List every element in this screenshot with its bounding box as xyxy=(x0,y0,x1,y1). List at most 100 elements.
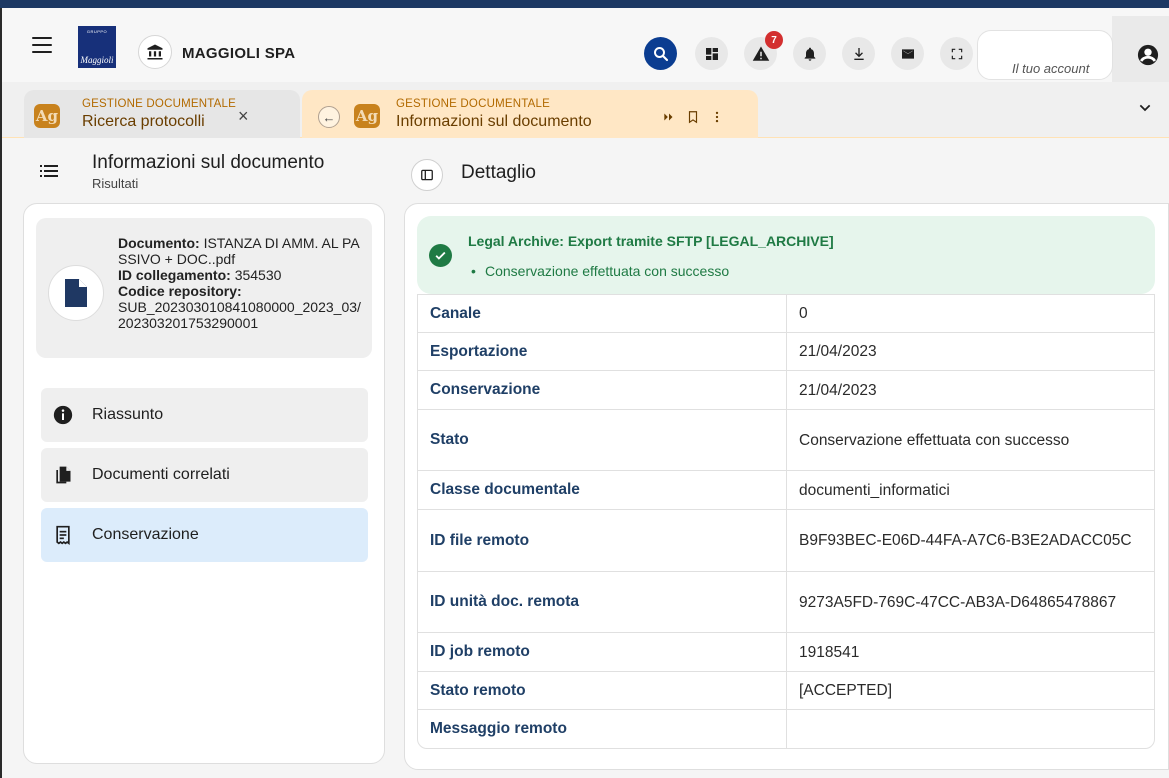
doc-label: Documento: xyxy=(118,235,200,251)
row-key: Conservazione xyxy=(418,371,787,409)
document-icon xyxy=(65,279,87,307)
row-key: ID file remoto xyxy=(418,510,787,571)
more-vert-icon[interactable] xyxy=(710,110,724,124)
nav-label: Documenti correlati xyxy=(92,466,230,483)
dashboard-button[interactable] xyxy=(695,37,728,70)
list-icon[interactable] xyxy=(40,164,58,178)
menu-icon[interactable] xyxy=(32,37,52,53)
tab-informazioni-documento[interactable]: ← Ag GESTIONE DOCUMENTALE Informazioni s… xyxy=(302,90,758,138)
chevron-down-icon[interactable] xyxy=(1137,100,1153,116)
right-section-header: Dettaglio xyxy=(405,139,1165,201)
row-key: Esportazione xyxy=(418,333,787,370)
table-row: ID file remoto B9F93BEC-E06D-44FA-A7C6-B… xyxy=(418,510,1154,572)
search-icon xyxy=(653,46,668,61)
row-value: B9F93BEC-E06D-44FA-A7C6-B3E2ADACC05C xyxy=(799,532,1132,549)
tab-module-label: GESTIONE DOCUMENTALE xyxy=(82,98,236,110)
window-top-strip xyxy=(0,0,1169,8)
notifications-badge: 7 xyxy=(765,31,783,49)
nav-item-documenti-correlati[interactable]: Documenti correlati xyxy=(41,448,368,502)
repo-label: Codice repository: xyxy=(118,283,242,299)
row-value: 21/04/2023 xyxy=(799,381,877,399)
module-icon: Ag xyxy=(34,104,60,128)
detail-panel: Legal Archive: Export tramite SFTP [LEGA… xyxy=(404,203,1169,770)
info-icon xyxy=(53,405,73,425)
account-placeholder: Il tuo account xyxy=(1012,61,1090,76)
document-card: Documento: ISTANZA DI AMM. AL PASSIVO + … xyxy=(36,218,372,358)
table-row: Classe documentale documenti_informatici xyxy=(418,471,1154,510)
nav-item-conservazione[interactable]: Conservazione xyxy=(41,508,368,562)
row-key: Messaggio remoto xyxy=(418,710,787,748)
row-value: 1918541 xyxy=(799,643,860,661)
copy-documents-icon xyxy=(56,466,71,484)
nav-item-riassunto[interactable]: Riassunto xyxy=(41,388,368,442)
table-row: Stato Conservazione effettuata con succe… xyxy=(418,410,1154,471)
side-panel-toggle-button[interactable] xyxy=(411,159,443,191)
double-chevron-icon[interactable] xyxy=(662,110,676,124)
alert-title: Legal Archive: Export tramite SFTP [LEGA… xyxy=(468,233,834,249)
fullscreen-icon xyxy=(951,48,962,59)
warning-icon xyxy=(752,46,769,61)
tenant-name: MAGGIOLI SPA xyxy=(182,45,296,62)
logo-top-text: GRUPPO xyxy=(86,29,108,34)
repo-value: SUB_202303010841080000_2023_03/202303201… xyxy=(118,299,361,331)
row-key: ID unità doc. remota xyxy=(418,572,787,632)
row-value xyxy=(787,710,1154,748)
download-icon xyxy=(853,47,864,60)
row-value: [ACCEPTED] xyxy=(799,682,893,699)
download-button[interactable] xyxy=(842,37,875,70)
nav-label: Riassunto xyxy=(92,406,164,423)
left-panel: Documento: ISTANZA DI AMM. AL PASSIVO + … xyxy=(23,203,385,764)
table-row: Esportazione 21/04/2023 xyxy=(418,333,1154,371)
row-value: 0 xyxy=(799,305,808,322)
right-title: Dettaglio xyxy=(461,162,536,183)
row-key: Classe documentale xyxy=(418,471,787,509)
table-row: Canale 0 xyxy=(418,295,1154,333)
institution-icon[interactable] xyxy=(138,35,172,69)
success-alert: Legal Archive: Export tramite SFTP [LEGA… xyxy=(417,216,1155,294)
tab-ricerca-protocolli[interactable]: Ag GESTIONE DOCUMENTALE Ricerca protocol… xyxy=(24,90,300,138)
check-circle-icon xyxy=(429,244,452,267)
row-value: 21/04/2023 xyxy=(799,343,877,360)
tab-title: Informazioni sul documento xyxy=(396,113,592,130)
row-key: Stato xyxy=(418,410,787,470)
row-value: documenti_informatici xyxy=(799,481,950,499)
dashboard-icon xyxy=(705,47,718,60)
table-row: ID job remoto 1918541 xyxy=(418,633,1154,672)
account-user-icon[interactable] xyxy=(1137,44,1159,66)
table-row: Messaggio remoto xyxy=(418,710,1154,748)
app-header: GRUPPO Maggioli MAGGIOLI SPA 7 Il tuo ac… xyxy=(2,8,1169,90)
row-key: Stato remoto xyxy=(418,672,787,709)
module-icon: Ag xyxy=(354,104,380,128)
document-icon-wrapper xyxy=(48,265,104,321)
archive-receipt-icon xyxy=(56,525,70,545)
left-section-header: Informazioni sul documento Risultati xyxy=(2,139,400,201)
mail-icon xyxy=(901,48,914,59)
logo-text: Maggioli xyxy=(80,55,114,65)
nav-label: Conservazione xyxy=(92,526,199,543)
link-value: 354530 xyxy=(234,267,282,283)
row-key: Canale xyxy=(418,295,787,332)
fullscreen-button[interactable] xyxy=(940,37,973,70)
row-value: Conservazione effettuata con successo xyxy=(799,431,1070,449)
row-key: ID job remoto xyxy=(418,633,787,671)
warnings-button[interactable]: 7 xyxy=(744,31,783,70)
account-field[interactable]: Il tuo account xyxy=(977,30,1113,80)
tab-bar: Ag GESTIONE DOCUMENTALE Ricerca protocol… xyxy=(2,82,1169,138)
messages-button[interactable] xyxy=(891,37,924,70)
notifications-button[interactable] xyxy=(793,37,826,70)
tab-module-label: GESTIONE DOCUMENTALE xyxy=(396,98,550,110)
back-arrow-icon[interactable]: ← xyxy=(318,106,340,128)
left-subtitle: Risultati xyxy=(92,176,139,191)
detail-table: Canale 0 Esportazione 21/04/2023 Conserv… xyxy=(417,294,1155,749)
document-info: Documento: ISTANZA DI AMM. AL PASSIVO + … xyxy=(118,235,368,331)
search-button[interactable] xyxy=(644,37,677,70)
table-row: Conservazione 21/04/2023 xyxy=(418,371,1154,410)
maggioli-logo: GRUPPO Maggioli xyxy=(78,26,116,68)
side-panel-icon xyxy=(421,169,433,181)
row-value: 9273A5FD-769C-47CC-AB3A-D64865478867 xyxy=(799,593,1117,611)
left-title: Informazioni sul documento xyxy=(92,152,325,173)
bookmark-icon[interactable] xyxy=(686,110,700,124)
table-row: ID unità doc. remota 9273A5FD-769C-47CC-… xyxy=(418,572,1154,633)
bell-icon xyxy=(804,47,815,61)
close-icon[interactable]: × xyxy=(238,106,249,127)
